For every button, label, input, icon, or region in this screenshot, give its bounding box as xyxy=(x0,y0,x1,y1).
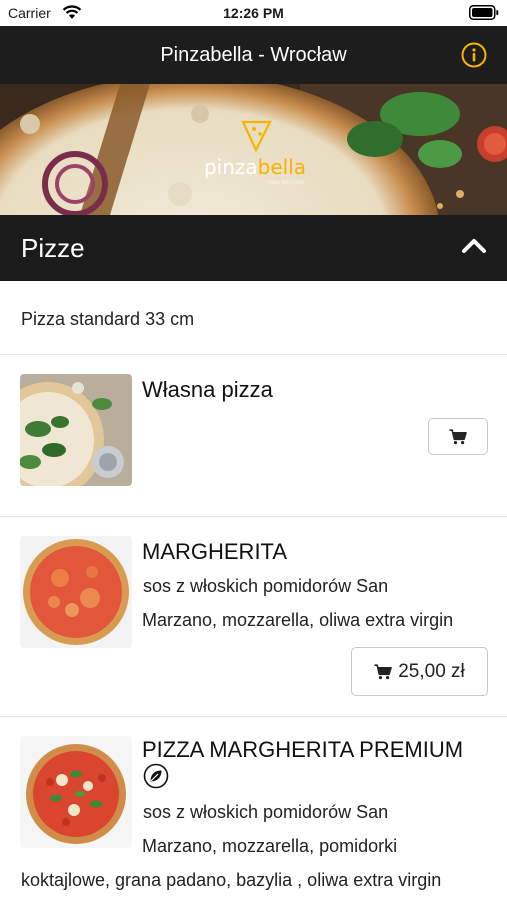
restaurant-banner: pinzabella PINSA WITH LOVE xyxy=(0,84,507,215)
svg-text:PINSA WITH LOVE: PINSA WITH LOVE xyxy=(268,180,304,185)
product-image xyxy=(20,536,132,648)
product-image xyxy=(20,374,132,486)
status-bar: Carrier 12:26 PM xyxy=(0,0,507,26)
section-header-pizze[interactable]: Pizze xyxy=(0,215,507,281)
banner-image: pinzabella PINSA WITH LOVE xyxy=(0,84,507,215)
subcategory-row: Pizza standard 33 cm xyxy=(0,281,507,355)
section-title: Pizze xyxy=(21,233,85,263)
product-description-line: Marzano, mozzarella, pomidorki xyxy=(142,836,398,856)
product-description-line: sos z włoskich pomidorów San xyxy=(143,802,389,822)
battery-icon xyxy=(469,5,499,20)
cart-icon xyxy=(449,428,467,444)
product-name: PIZZA MARGHERITA PREMIUM xyxy=(142,737,464,762)
product-image xyxy=(20,736,132,848)
navigation-bar: Pinzabella - Wrocław xyxy=(0,26,507,84)
nav-title: Pinzabella - Wrocław xyxy=(160,44,347,66)
product-item[interactable]: PIZZA MARGHERITA PREMIUM sos z włoskich … xyxy=(0,717,507,900)
leaf-icon xyxy=(143,763,169,789)
info-icon[interactable] xyxy=(461,42,487,68)
product-description-line: sos z włoskich pomidorów San xyxy=(143,576,389,596)
subcategory-label: Pizza standard 33 cm xyxy=(21,309,195,329)
product-name: Własna pizza xyxy=(142,377,273,402)
status-time: 12:26 PM xyxy=(223,5,284,21)
cart-icon xyxy=(374,663,393,679)
product-description-line: koktajlowe, grana padano, bazylia , oliw… xyxy=(21,870,442,890)
product-name: MARGHERITA xyxy=(142,539,288,564)
product-item[interactable]: MARGHERITA sos z włoskich pomidorów San … xyxy=(0,517,507,717)
product-price: 25,00 zł xyxy=(398,660,465,682)
add-to-cart-button[interactable] xyxy=(428,418,488,455)
product-item[interactable]: Własna pizza xyxy=(0,355,507,517)
svg-text:pinzabella: pinzabella xyxy=(204,155,306,179)
product-description-line: Marzano, mozzarella, oliwa extra virgin xyxy=(142,610,454,630)
add-to-cart-button[interactable]: 25,00 zł xyxy=(351,647,488,696)
chevron-up-icon[interactable] xyxy=(461,236,487,256)
